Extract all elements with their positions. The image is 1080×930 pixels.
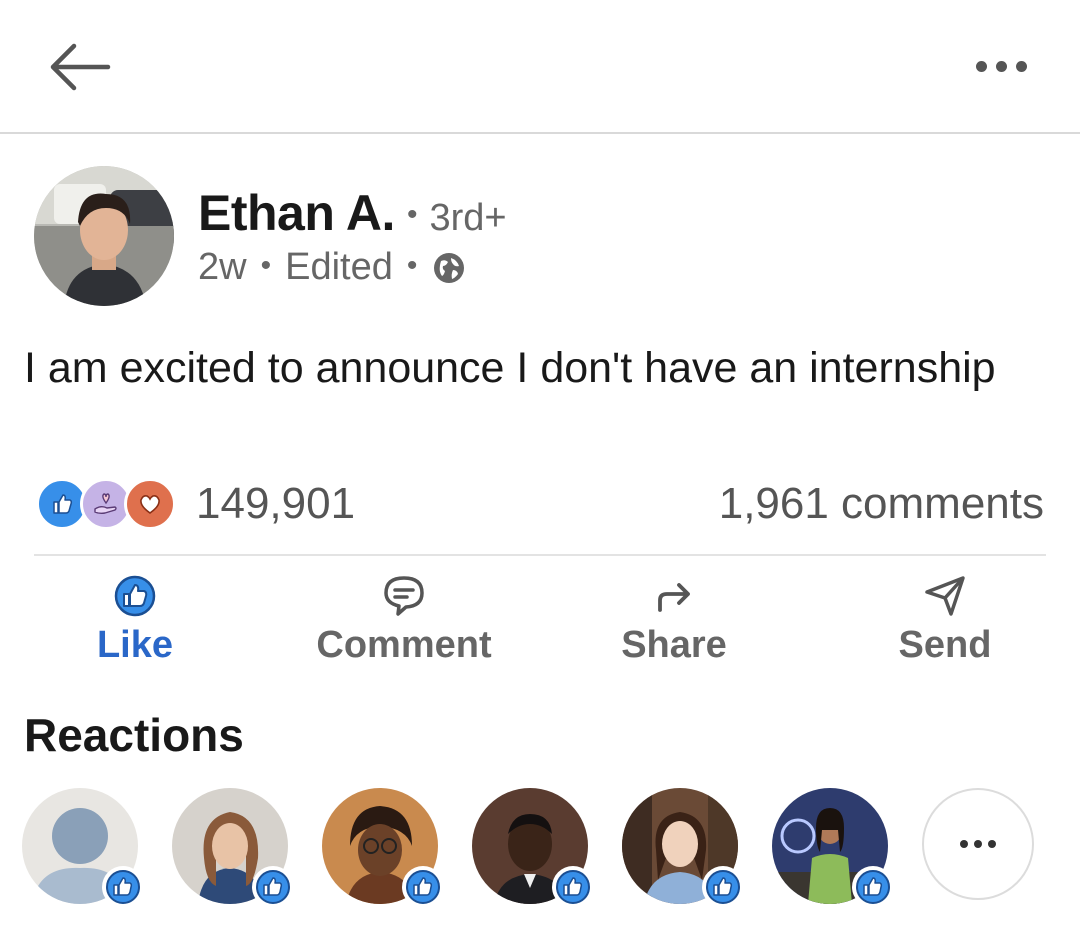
love-reaction-icon [124, 478, 176, 530]
post-time: 2w [198, 246, 247, 288]
separator-dot: • [406, 248, 418, 282]
author-avatar[interactable] [34, 166, 174, 306]
more-options-button[interactable] [966, 46, 1036, 86]
connection-degree: 3rd+ [429, 197, 507, 239]
share-label: Share [621, 624, 727, 666]
back-button[interactable] [44, 38, 116, 96]
post-text: I am excited to announce I don't have an… [24, 344, 996, 392]
comment-label: Comment [316, 624, 492, 666]
comment-button[interactable]: Comment [284, 572, 524, 672]
reactions-heading: Reactions [24, 709, 244, 761]
author-name[interactable]: Ethan A. [198, 184, 395, 242]
send-button[interactable]: Send [825, 572, 1065, 672]
divider [34, 554, 1046, 556]
post-meta: 2w • Edited • [198, 246, 467, 289]
more-horizontal-icon [960, 824, 996, 864]
reactor-avatar[interactable] [772, 788, 894, 908]
comments-count[interactable]: 1,961 comments [719, 478, 1044, 530]
edited-label: Edited [285, 246, 393, 288]
action-bar: Like Comment Share Send [0, 572, 1080, 672]
arrow-left-icon [50, 43, 111, 91]
reactor-avatar[interactable] [472, 788, 594, 908]
author-name-row: Ethan A. • 3rd+ [198, 184, 507, 242]
share-button[interactable]: Share [554, 572, 794, 672]
reaction-icons[interactable] [36, 478, 176, 530]
more-reactors-button[interactable] [922, 788, 1034, 900]
top-bar [0, 0, 1080, 134]
reactor-avatar[interactable] [22, 788, 144, 908]
like-label: Like [96, 624, 174, 666]
like-badge-icon [102, 866, 144, 908]
reactor-avatar[interactable] [622, 788, 744, 908]
like-icon [114, 575, 156, 617]
share-icon [658, 583, 690, 612]
reactor-avatar[interactable] [322, 788, 444, 908]
globe-icon [434, 252, 465, 283]
reaction-count[interactable]: 149,901 [196, 478, 355, 530]
like-badge-icon [252, 866, 294, 908]
author-photo [34, 166, 174, 306]
reactor-avatar[interactable] [172, 788, 294, 908]
separator-dot: • [406, 198, 418, 231]
send-label: Send [898, 624, 992, 666]
like-button[interactable]: Like [15, 572, 255, 672]
separator-dot: • [260, 248, 272, 282]
like-badge-icon [852, 866, 894, 908]
like-badge-icon [702, 866, 744, 908]
comment-icon [384, 576, 424, 616]
more-horizontal-icon [966, 46, 1036, 86]
reactors-list [22, 788, 1062, 908]
like-badge-icon [552, 866, 594, 908]
like-badge-icon [402, 866, 444, 908]
send-icon [925, 576, 965, 616]
